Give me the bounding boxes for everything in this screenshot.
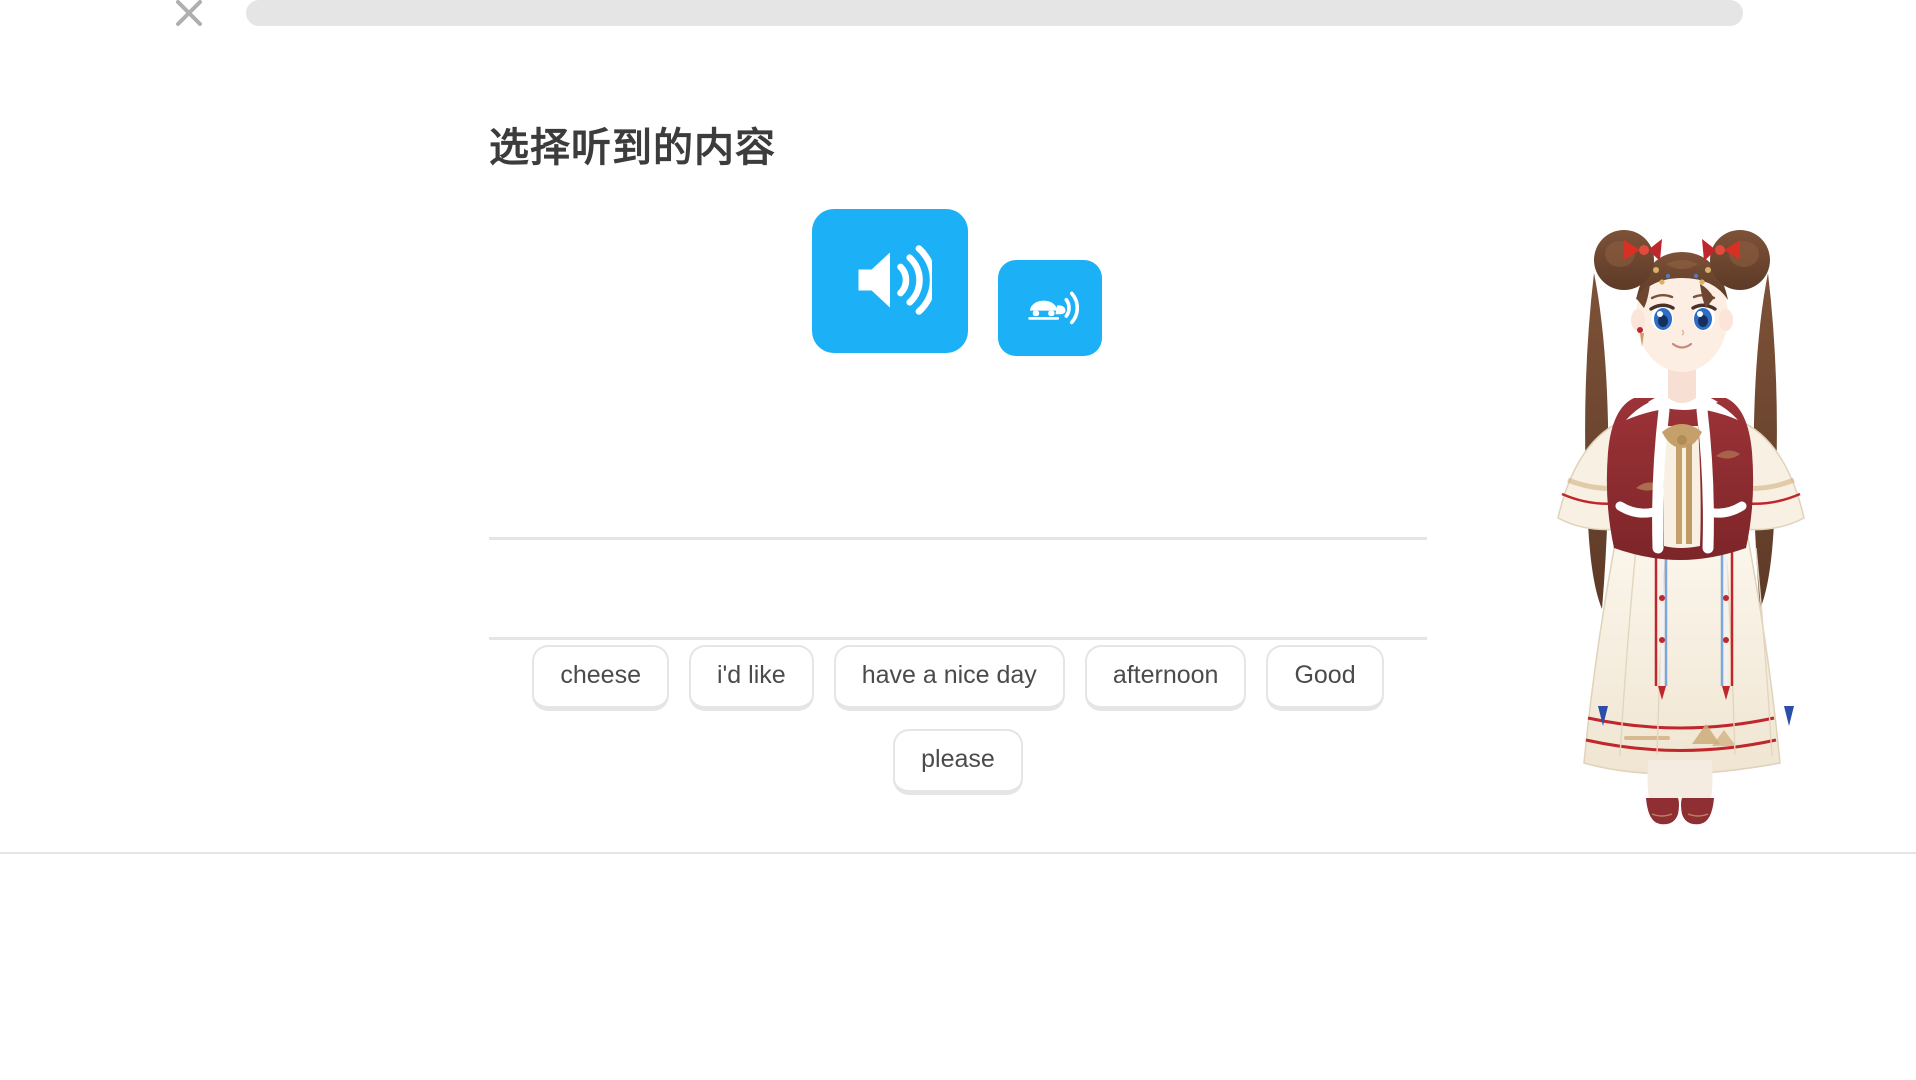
close-icon[interactable] bbox=[172, 0, 206, 34]
word-bank: cheese i'd like have a nice day afternoo… bbox=[489, 645, 1427, 795]
speaker-icon bbox=[848, 238, 937, 325]
word-chip[interactable]: i'd like bbox=[688, 645, 814, 711]
lesson-screen: 选择听到的内容 cheese i'd like have a nice day … bbox=[0, 0, 1916, 1080]
exercise-title: 选择听到的内容 bbox=[489, 126, 776, 170]
word-chip[interactable]: Good bbox=[1266, 645, 1384, 711]
word-chip[interactable]: cheese bbox=[532, 645, 669, 711]
lesson-footer: 现在不做听力题 使用键盘 检 bbox=[0, 852, 1916, 1080]
lesson-header bbox=[0, 0, 1916, 34]
avatar-character bbox=[1516, 188, 1846, 888]
answer-line[interactable] bbox=[489, 540, 1427, 640]
play-slow-audio-button[interactable] bbox=[998, 260, 1102, 356]
word-chip[interactable]: please bbox=[893, 729, 1023, 795]
play-audio-button[interactable] bbox=[812, 209, 968, 353]
answer-area[interactable] bbox=[489, 440, 1427, 640]
word-chip[interactable]: afternoon bbox=[1084, 645, 1247, 711]
lesson-progress-bar bbox=[246, 0, 1743, 26]
turtle-speaker-icon bbox=[1021, 278, 1080, 339]
word-chip[interactable]: have a nice day bbox=[833, 645, 1065, 711]
answer-line[interactable] bbox=[489, 440, 1427, 540]
